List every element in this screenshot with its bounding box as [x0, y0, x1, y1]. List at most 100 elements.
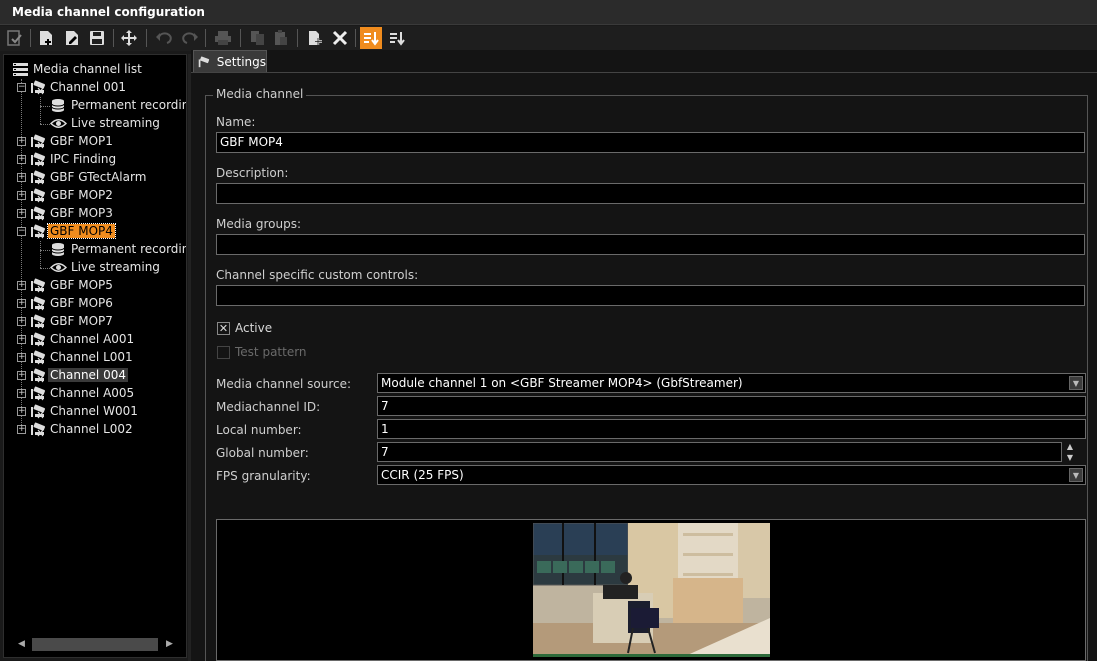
description-input[interactable]: [216, 183, 1085, 204]
tree-item[interactable]: + GBF MOP5: [17, 276, 115, 294]
edit-icon[interactable]: [61, 27, 83, 49]
id-label: Mediachannel ID:: [216, 400, 321, 414]
active-check-icon: ✕: [217, 321, 230, 335]
name-input[interactable]: GBF MOP4: [216, 132, 1085, 153]
scroll-thumb[interactable]: [32, 638, 158, 651]
tree-item[interactable]: + IPC Finding: [17, 150, 118, 168]
description-label: Description:: [216, 166, 289, 180]
active-label: Active: [235, 321, 273, 335]
local-number-input[interactable]: 1: [377, 419, 1086, 439]
camera-icon: [29, 403, 46, 419]
tree-item[interactable]: + GBF MOP7: [17, 312, 115, 330]
custom-controls-input[interactable]: [216, 285, 1085, 306]
expand-icon[interactable]: +: [17, 172, 26, 182]
expand-icon[interactable]: +: [17, 370, 26, 380]
tree-item-label: GBF MOP1: [50, 134, 113, 148]
tree-item[interactable]: + Channel L002: [17, 420, 135, 438]
window-title: Media channel configuration: [12, 5, 205, 19]
new-icon[interactable]: [35, 27, 57, 49]
spin-up-icon[interactable]: ▲: [1063, 441, 1077, 452]
expand-icon[interactable]: +: [17, 280, 26, 290]
tree-item[interactable]: + Channel 004: [17, 366, 128, 384]
spin-down-icon[interactable]: ▼: [1063, 452, 1077, 463]
scroll-left-icon[interactable]: ◀: [18, 639, 25, 649]
tree-item-label: Channel 001: [50, 80, 126, 94]
undo-icon[interactable]: [153, 27, 175, 49]
check-config-icon[interactable]: [4, 27, 26, 49]
delete-icon[interactable]: [329, 27, 351, 49]
collapse-icon[interactable]: −: [17, 82, 26, 92]
media-groups-input[interactable]: [216, 234, 1085, 255]
tree-subitem[interactable]: Permanent recordin: [50, 96, 187, 114]
expand-icon[interactable]: +: [17, 316, 26, 326]
tree-subitem[interactable]: Live streaming: [50, 114, 162, 132]
tab-settings-label: Settings: [216, 54, 266, 69]
tree-hscrollbar[interactable]: ◀ ▶: [16, 635, 178, 653]
tree-item-label: Channel L001: [50, 350, 133, 364]
tab-settings[interactable]: Settings: [193, 50, 267, 72]
tree-item[interactable]: + GBF MOP2: [17, 186, 115, 204]
redo-icon[interactable]: [179, 27, 201, 49]
global-number-spinner[interactable]: ▲ ▼: [1063, 441, 1077, 463]
move-icon[interactable]: [118, 27, 140, 49]
expand-icon[interactable]: +: [17, 406, 26, 416]
save-icon[interactable]: [86, 27, 108, 49]
id-input[interactable]: 7: [377, 396, 1086, 416]
toolbar: [0, 26, 1097, 51]
fps-combobox[interactable]: CCIR (25 FPS) ▼: [377, 465, 1086, 485]
tree-subitem[interactable]: Live streaming: [50, 258, 162, 276]
copy-icon[interactable]: [247, 27, 269, 49]
media-channel-tree: Media channel list − Channel 001 Permanent…: [3, 54, 187, 658]
tree-item[interactable]: + Channel L001: [17, 348, 135, 366]
tree-item[interactable]: + Channel A005: [17, 384, 136, 402]
group-title: Media channel: [213, 87, 307, 101]
list-icon: [12, 61, 29, 77]
active-checkbox[interactable]: ✕ Active: [217, 321, 272, 335]
scroll-right-icon[interactable]: ▶: [166, 639, 173, 649]
expand-icon[interactable]: +: [17, 424, 26, 434]
tree-item-label: GBF MOP4: [47, 223, 116, 239]
local-label: Local number:: [216, 423, 302, 437]
tree-item[interactable]: + GBF GTectAlarm: [17, 168, 148, 186]
expand-icon[interactable]: +: [17, 298, 26, 308]
collapse-icon[interactable]: −: [17, 226, 26, 236]
expand-icon[interactable]: +: [17, 208, 26, 218]
camera-icon: [29, 367, 46, 383]
chevron-down-icon[interactable]: ▼: [1069, 376, 1083, 390]
camera-icon: [29, 295, 46, 311]
tree-item-label: Channel A005: [50, 386, 135, 400]
tree-item[interactable]: + GBF MOP6: [17, 294, 115, 312]
camera-image: [533, 523, 770, 657]
tree-root[interactable]: Media channel list: [12, 60, 144, 78]
camera-icon: [198, 56, 210, 67]
video-preview: [216, 519, 1086, 661]
expand-icon[interactable]: +: [17, 334, 26, 344]
sort-icon[interactable]: [360, 27, 382, 49]
expand-icon[interactable]: +: [17, 352, 26, 362]
print-icon[interactable]: [212, 27, 234, 49]
expand-icon[interactable]: +: [17, 154, 26, 164]
eye-icon: [50, 259, 67, 275]
tree-item[interactable]: − GBF MOP4: [17, 222, 116, 240]
tree-item[interactable]: + Channel A001: [17, 330, 136, 348]
tree-subitem[interactable]: Permanent recordin: [50, 240, 186, 258]
tree-item[interactable]: − Channel 001: [17, 78, 128, 96]
tree-item[interactable]: + GBF MOP1: [17, 132, 115, 150]
tree-item[interactable]: + GBF MOP3: [17, 204, 115, 222]
sort-alt-icon[interactable]: [386, 27, 408, 49]
expand-icon[interactable]: +: [17, 388, 26, 398]
expand-icon[interactable]: +: [17, 136, 26, 146]
tree-item[interactable]: + Channel W001: [17, 402, 140, 420]
chevron-down-icon[interactable]: ▼: [1069, 468, 1083, 482]
tree-item-label: Permanent recordin: [71, 98, 187, 112]
eye-icon: [50, 115, 67, 131]
paste-icon[interactable]: [270, 27, 292, 49]
global-number-input[interactable]: 7: [377, 442, 1062, 462]
name-label: Name:: [216, 115, 256, 129]
test-pattern-checkbox[interactable]: Test pattern: [217, 345, 307, 359]
fps-label: FPS granularity:: [216, 469, 311, 483]
add-icon[interactable]: [304, 27, 326, 49]
source-combobox[interactable]: Module channel 1 on <GBF Streamer MOP4> …: [377, 373, 1086, 393]
expand-icon[interactable]: +: [17, 190, 26, 200]
tree-root-label: Media channel list: [33, 62, 142, 76]
